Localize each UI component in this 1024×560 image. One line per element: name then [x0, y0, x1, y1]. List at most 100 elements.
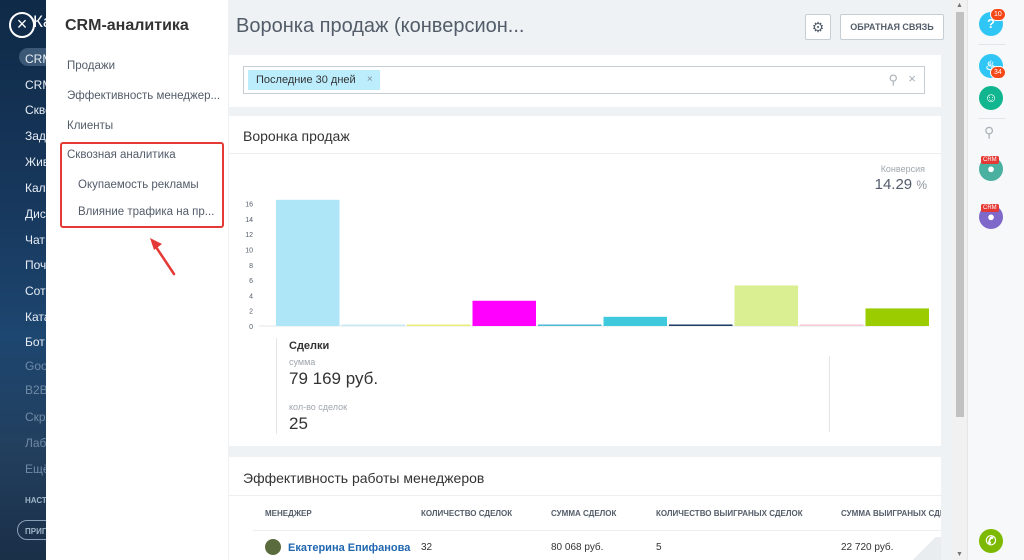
funnel-title: Воронка продаж: [243, 128, 350, 144]
main-left-menu: × Кат CRM CRM Скво Зада Жив Кале Диск Чат Почт Со…: [0, 0, 46, 560]
y-tick-label: 12: [245, 232, 253, 239]
notifications-badge: 34: [990, 66, 1006, 79]
left-menu-item[interactable]: Почт: [25, 258, 46, 272]
left-menu-title: Кат: [33, 12, 46, 31]
scroll-up-icon[interactable]: ▲: [956, 2, 963, 9]
deals-sum-label: сумма: [289, 357, 316, 367]
funnel-bar[interactable]: [800, 324, 864, 326]
deals-summary: Сделки сумма 79 169 руб. кол-во сделок 2…: [276, 338, 830, 434]
deals-count-label: кол-во сделок: [289, 402, 348, 412]
left-menu-item[interactable]: Скр: [25, 410, 46, 424]
clear-icon[interactable]: ×: [908, 71, 916, 86]
phone-button[interactable]: ✆: [979, 529, 1003, 553]
left-menu-item[interactable]: Зада: [25, 129, 46, 143]
filter-tag-period[interactable]: Последние 30 дней ×: [248, 70, 380, 90]
funnel-bar[interactable]: [734, 285, 799, 326]
funnel-bar[interactable]: [603, 316, 668, 326]
y-tick-label: 14: [245, 217, 253, 224]
crm-menu-title: CRM-аналитика: [65, 17, 189, 34]
funnel-bar[interactable]: [669, 324, 733, 326]
filter-tag-label: Последние 30 дней: [256, 74, 356, 86]
filter-tag-remove-icon[interactable]: ×: [367, 70, 373, 90]
left-menu-settings[interactable]: НАСТ: [25, 496, 46, 505]
y-tick-label: 2: [249, 309, 253, 316]
left-menu-item[interactable]: Чат: [25, 233, 45, 247]
search-icon[interactable]: ⚲: [984, 124, 994, 141]
right-panel: ? 10 ♨ 34 ☺ ⚲ ● CRM ● CRM ✆: [967, 0, 1024, 560]
menu-item-clients[interactable]: Клиенты: [67, 120, 113, 132]
right-panel-separator: [978, 44, 1006, 45]
cell-deals-sum: 80 068 руб.: [551, 542, 604, 553]
funnel-bar[interactable]: [407, 324, 471, 326]
gear-icon: ⚙: [811, 19, 825, 35]
funnel-divider: [229, 153, 941, 154]
y-tick-label: 16: [245, 202, 253, 209]
left-menu-item[interactable]: CRM: [25, 78, 46, 92]
filter-input[interactable]: Последние 30 дней × ⚲ ×: [243, 66, 925, 94]
cell-deals-count: 32: [421, 542, 433, 553]
crm-analytics-menu: CRM-аналитика Продажи Эффективность мене…: [46, 0, 228, 560]
manager-efficiency-card: Эффективность работы менеджеров МЕНЕДЖЕР…: [229, 457, 941, 560]
scrollbar-thumb[interactable]: [956, 12, 964, 417]
col-won-sum[interactable]: СУММА ВЫИГРАНЫХ СДЕ: [841, 509, 941, 518]
red-arrow-annotation: [150, 238, 176, 276]
cell-won-count: 5: [656, 542, 662, 553]
slider-scrollbar[interactable]: ▲ ▼: [953, 0, 967, 560]
phone-icon: ✆: [985, 533, 997, 548]
help-badge: 10: [990, 8, 1006, 21]
funnel-bar[interactable]: [276, 199, 340, 326]
deals-title: Сделки: [289, 340, 330, 352]
page-corner: [901, 537, 941, 560]
funnel-bar[interactable]: [341, 324, 406, 326]
left-menu-item[interactable]: Кале: [25, 181, 46, 195]
crm-label-2: CRM: [981, 204, 999, 212]
left-menu-item[interactable]: Goog: [25, 359, 46, 373]
col-deals-sum[interactable]: СУММА СДЕЛОК: [551, 509, 616, 518]
funnel-bar-chart: 0 2 4 6 8 10 12 14 16: [245, 199, 930, 331]
left-menu-item[interactable]: Лаб: [25, 436, 46, 450]
highlight-frame: [60, 142, 224, 228]
y-tick-label: 6: [249, 278, 253, 285]
left-menu-item[interactable]: Бот: [25, 335, 45, 349]
left-menu-item[interactable]: Ката: [25, 310, 46, 324]
left-menu-item[interactable]: Скво: [25, 103, 46, 117]
left-menu-item[interactable]: CRM: [25, 52, 46, 66]
sales-funnel-card: Воронка продаж Конверсия 14.29 % 0 2 4 6 8 10…: [229, 116, 941, 446]
left-menu-item[interactable]: B2B: [25, 383, 46, 397]
left-menu-invite[interactable]: ПРИГ: [25, 527, 46, 536]
close-slider-button[interactable]: ×: [9, 12, 35, 38]
left-menu-item[interactable]: Жив: [25, 155, 46, 169]
funnel-bar[interactable]: [865, 308, 930, 326]
page-title: Воронка продаж (конверсион...: [236, 15, 525, 37]
menu-item-sales[interactable]: Продажи: [67, 60, 115, 72]
chat-button[interactable]: ☺: [979, 86, 1003, 110]
crm-label-1: CRM: [981, 156, 999, 164]
menu-item-manager-efficiency[interactable]: Эффективность менеджер...: [67, 90, 220, 102]
col-deals-count[interactable]: КОЛИЧЕСТВО СДЕЛОК: [421, 509, 512, 518]
y-tick-label: 10: [245, 248, 253, 255]
settings-button[interactable]: ⚙: [805, 14, 831, 40]
scroll-down-icon[interactable]: ▼: [956, 551, 963, 558]
y-tick-label: 4: [249, 293, 253, 300]
crm-analytics-slider: CRM-аналитика Продажи Эффективность мене…: [46, 0, 968, 560]
manager-efficiency-title: Эффективность работы менеджеров: [243, 470, 485, 486]
feedback-button[interactable]: ОБРАТНАЯ СВЯЗЬ: [840, 14, 944, 40]
deals-sum-value: 79 169 руб.: [289, 369, 379, 388]
filter-card: Последние 30 дней × ⚲ ×: [229, 55, 941, 107]
col-manager[interactable]: МЕНЕДЖЕР: [265, 509, 312, 518]
manager-name-link[interactable]: Екатерина Епифанова: [288, 542, 410, 554]
col-won-count[interactable]: КОЛИЧЕСТВО ВЫИГРАНЫХ СДЕЛОК: [656, 509, 803, 518]
table-header-line: [253, 530, 941, 531]
left-menu-item[interactable]: Сотр: [25, 284, 46, 298]
left-menu-item[interactable]: Диск: [25, 207, 46, 221]
manager-efficiency-divider: [229, 495, 941, 496]
y-tick-label: 8: [249, 263, 253, 270]
right-panel-separator-2: [978, 118, 1006, 119]
chat-icon: ☺: [984, 90, 998, 105]
search-icon[interactable]: ⚲: [888, 72, 898, 88]
conversion-label: Конверсия: [880, 164, 925, 174]
funnel-bar[interactable]: [472, 300, 537, 326]
left-menu-item[interactable]: Ещё: [25, 462, 46, 476]
cell-won-sum: 22 720 руб.: [841, 542, 894, 553]
funnel-bar[interactable]: [538, 324, 602, 326]
